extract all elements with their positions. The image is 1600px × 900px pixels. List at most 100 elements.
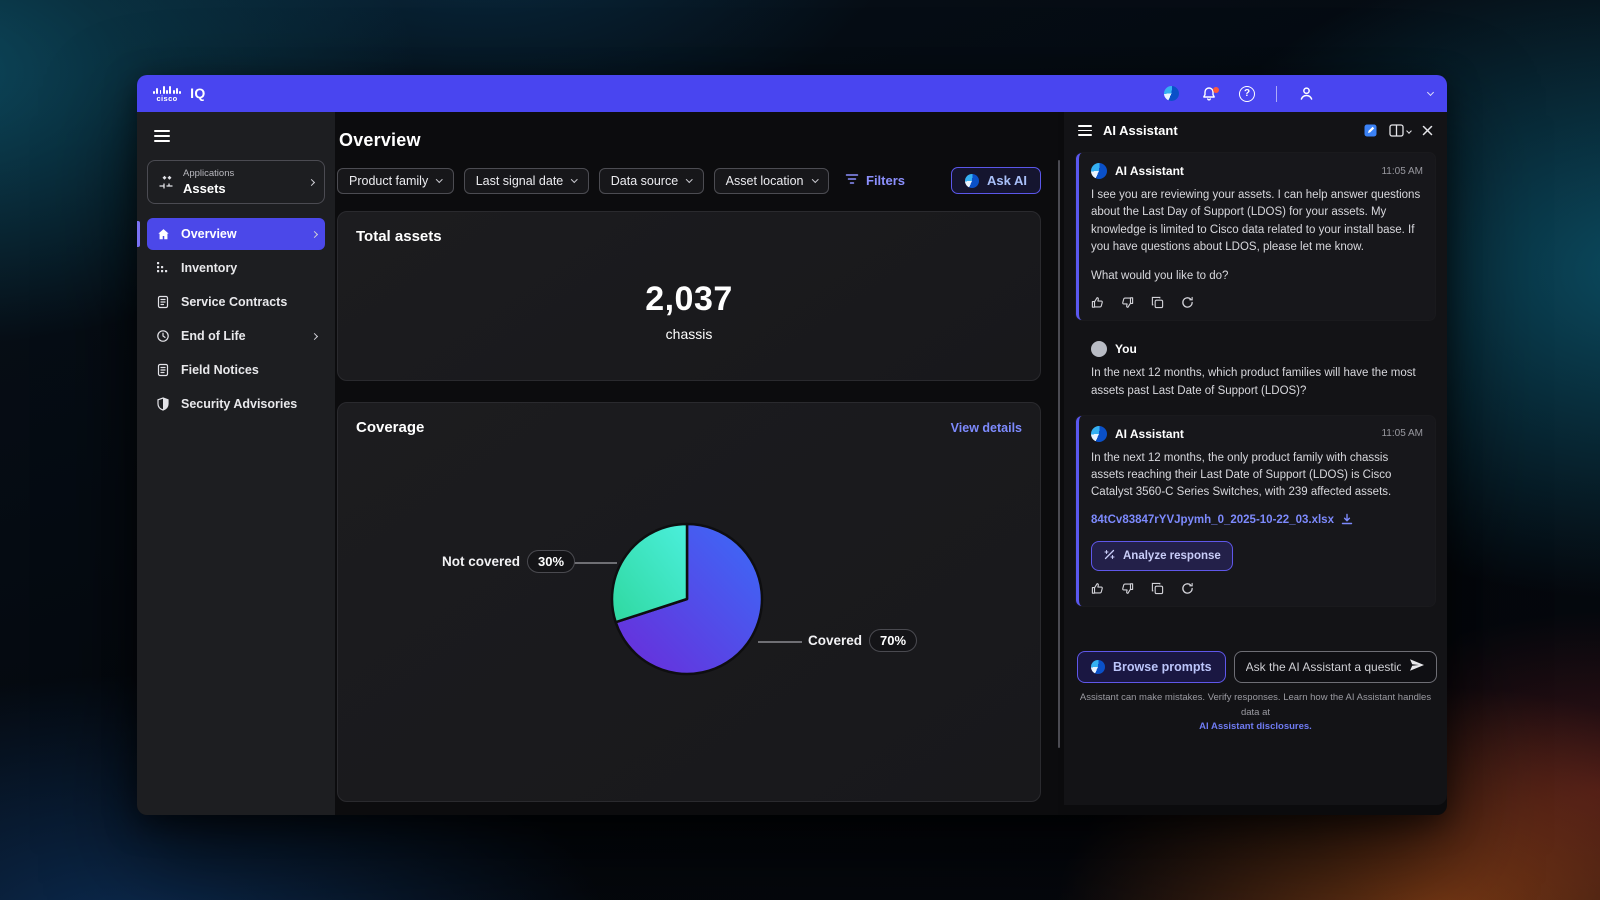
cisco-logo: cisco xyxy=(153,86,181,103)
analyze-sparkle-icon xyxy=(1103,548,1116,564)
total-assets-value: 2,037 xyxy=(338,280,1040,319)
ai-message-1: AI Assistant 11:05 AM I see you are revi… xyxy=(1076,153,1435,320)
ai-assistant-icon xyxy=(1091,660,1105,674)
sidebar-nav: Overview Inventory Service Contracts xyxy=(147,218,325,420)
main-content: Overview Product family Last signal date… xyxy=(335,112,1058,815)
sidebar-item-inventory[interactable]: Inventory xyxy=(147,252,325,284)
total-assets-stat: 2,037 chassis xyxy=(338,280,1040,342)
callout-line-covered xyxy=(758,641,802,643)
thumbs-down-icon[interactable] xyxy=(1121,582,1134,595)
app-switcher-assets[interactable]: Applications Assets xyxy=(147,160,325,204)
sidebar-item-end-of-life[interactable]: End of Life xyxy=(147,320,325,352)
filter-label: Last signal date xyxy=(476,174,564,188)
user-message: You In the next 12 months, which product… xyxy=(1076,333,1435,410)
panel-layout-icon[interactable] xyxy=(1389,124,1411,137)
ai-assistant-icon xyxy=(965,174,979,188)
titlebar-actions xyxy=(1162,85,1315,103)
copy-icon[interactable] xyxy=(1151,582,1164,595)
sidebar-item-label: Field Notices xyxy=(181,363,259,377)
ai-assistant-panel: AI Assistant xyxy=(1064,112,1447,805)
chevron-down-icon xyxy=(686,176,692,182)
attachment-link[interactable]: 84tCv83847rYVJpymh_0_2025-10-22_03.xlsx xyxy=(1091,513,1423,528)
ai-avatar xyxy=(1091,163,1107,179)
product-name: IQ xyxy=(190,85,205,102)
message-body-2: What would you like to do? xyxy=(1091,268,1423,285)
chevron-right-icon xyxy=(311,230,318,237)
message-timestamp: 11:05 AM xyxy=(1381,428,1423,439)
sidebar-item-label: Service Contracts xyxy=(181,295,287,309)
send-icon[interactable] xyxy=(1409,658,1425,677)
sidebar-item-field-notices[interactable]: Field Notices xyxy=(147,354,325,386)
app-window: cisco IQ Applica xyxy=(137,75,1447,815)
ai-panel-menu-icon[interactable] xyxy=(1078,125,1092,136)
window-caret-icon[interactable] xyxy=(1427,89,1434,96)
field-notice-document-icon xyxy=(155,362,171,378)
filters-button[interactable]: Filters xyxy=(845,173,905,188)
new-chat-icon[interactable] xyxy=(1363,123,1378,138)
total-assets-title: Total assets xyxy=(356,228,1022,245)
sidebar-item-label: Overview xyxy=(181,227,237,241)
covered-percentage-badge: 70% xyxy=(869,629,917,652)
ai-assistant-icon[interactable] xyxy=(1162,85,1180,103)
copy-icon[interactable] xyxy=(1151,296,1164,309)
home-icon xyxy=(155,226,171,242)
regenerate-icon[interactable] xyxy=(1181,582,1194,595)
shield-icon xyxy=(155,396,171,412)
attachment-filename: 84tCv83847rYVJpymh_0_2025-10-22_03.xlsx xyxy=(1091,514,1334,526)
funnel-icon xyxy=(845,173,859,188)
chevron-down-icon xyxy=(812,176,818,182)
titlebar-divider xyxy=(1276,86,1277,102)
filter-label: Data source xyxy=(611,174,678,188)
thumbs-down-icon[interactable] xyxy=(1121,296,1134,309)
notifications-bell-icon[interactable] xyxy=(1200,85,1218,103)
sidebar: Applications Assets Overview xyxy=(137,112,335,815)
filter-asset-location[interactable]: Asset location xyxy=(714,168,829,194)
sidebar-item-label: Security Advisories xyxy=(181,397,297,411)
coverage-pie-chart xyxy=(607,519,767,679)
filter-last-signal-date[interactable]: Last signal date xyxy=(464,168,589,194)
view-details-link[interactable]: View details xyxy=(951,421,1022,435)
close-panel-icon[interactable] xyxy=(1422,125,1433,136)
filter-product-family[interactable]: Product family xyxy=(337,168,454,194)
ai-panel-header: AI Assistant xyxy=(1064,112,1447,147)
ai-disclaimer: Assistant can make mistakes. Verify resp… xyxy=(1077,691,1434,735)
ai-panel-title: AI Assistant xyxy=(1103,123,1178,138)
filter-row: Product family Last signal date Data sou… xyxy=(337,167,1041,194)
contract-document-icon xyxy=(155,294,171,310)
ai-panel-footer: Browse prompts Assistant can make mistak… xyxy=(1064,651,1447,735)
thumbs-up-icon[interactable] xyxy=(1091,582,1104,595)
message-body: In the next 12 months, which product fam… xyxy=(1091,365,1423,400)
message-timestamp: 11:05 AM xyxy=(1381,166,1423,177)
ask-ai-button[interactable]: Ask AI xyxy=(951,167,1041,194)
sidebar-item-security-advisories[interactable]: Security Advisories xyxy=(147,388,325,420)
browse-prompts-button[interactable]: Browse prompts xyxy=(1077,651,1226,683)
cisco-wordmark: cisco xyxy=(156,95,177,103)
panel-resize-handle[interactable] xyxy=(1058,160,1060,748)
brand: cisco IQ xyxy=(153,85,206,102)
thumbs-up-icon[interactable] xyxy=(1091,296,1104,309)
filter-label: Product family xyxy=(349,174,428,188)
sidebar-item-label: End of Life xyxy=(181,329,246,343)
filter-data-source[interactable]: Data source xyxy=(599,168,704,194)
ai-disclosures-link[interactable]: AI Assistant disclosures. xyxy=(1077,720,1434,735)
inventory-icon xyxy=(155,260,171,276)
titlebar: cisco IQ xyxy=(137,75,1447,112)
coverage-card: Coverage View details xyxy=(337,402,1041,802)
analyze-response-button[interactable]: Analyze response xyxy=(1091,541,1233,571)
sidebar-menu-icon[interactable] xyxy=(154,130,170,142)
message-body: In the next 12 months, the only product … xyxy=(1091,450,1423,502)
help-icon[interactable] xyxy=(1238,85,1256,103)
ai-question-input[interactable] xyxy=(1246,660,1401,674)
sidebar-item-label: Inventory xyxy=(181,261,237,275)
sidebar-item-service-contracts[interactable]: Service Contracts xyxy=(147,286,325,318)
cisco-bridge-icon xyxy=(153,86,181,94)
total-assets-unit: chassis xyxy=(338,326,1040,342)
chevron-right-icon xyxy=(311,332,318,339)
end-of-life-clock-icon xyxy=(155,328,171,344)
chevron-down-icon xyxy=(571,176,577,182)
message-actions xyxy=(1091,582,1423,595)
sidebar-item-overview[interactable]: Overview xyxy=(147,218,325,250)
ai-question-input-wrap xyxy=(1234,651,1437,683)
user-icon[interactable] xyxy=(1297,85,1315,103)
regenerate-icon[interactable] xyxy=(1181,296,1194,309)
